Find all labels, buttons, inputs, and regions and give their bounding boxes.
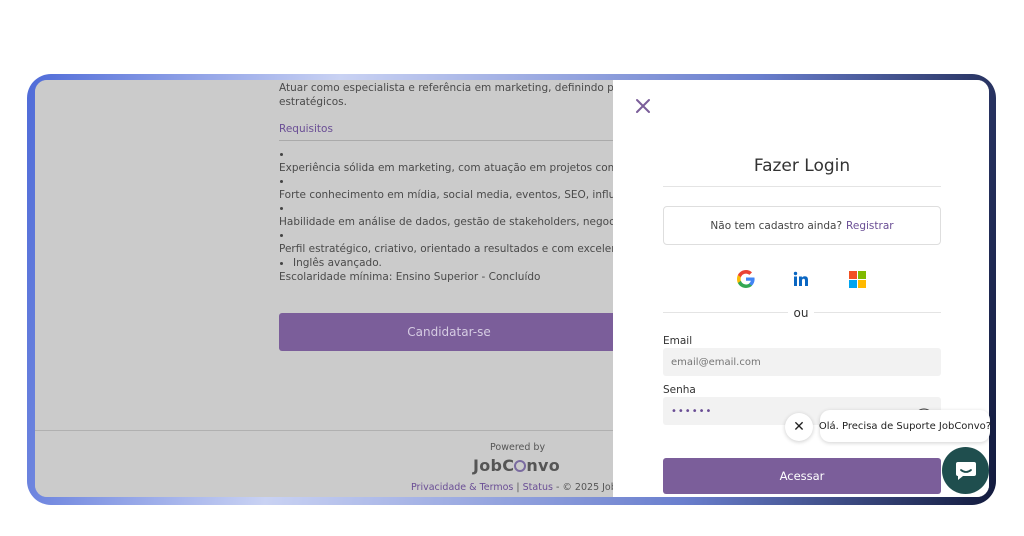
password-label: Senha: [663, 384, 696, 396]
microsoft-login-button[interactable]: [847, 269, 867, 289]
close-icon[interactable]: [635, 98, 655, 118]
google-login-button[interactable]: [736, 269, 756, 289]
status-link[interactable]: Status: [523, 482, 553, 493]
linkedin-icon: [793, 271, 808, 286]
linkedin-login-button[interactable]: [791, 269, 811, 289]
jobconvo-logo: JobC nvo: [473, 456, 560, 475]
microsoft-icon: [848, 270, 866, 288]
title-divider: [663, 186, 941, 187]
requirements-heading: Requisitos: [279, 123, 333, 135]
bullet: [280, 207, 283, 210]
education-requirement: Escolaridade mínima: Ensino Superior - C…: [279, 271, 541, 283]
register-link[interactable]: Registrar: [846, 220, 894, 232]
login-submit-button[interactable]: Acessar: [663, 458, 941, 494]
apply-button[interactable]: Candidatar-se: [279, 313, 619, 351]
divider: [279, 140, 619, 141]
login-title: Fazer Login: [753, 156, 851, 176]
close-icon-svg: [636, 99, 650, 113]
signup-prompt-box: Não tem cadastro ainda? Registrar: [663, 206, 941, 245]
chat-close-button[interactable]: ✕: [785, 413, 813, 441]
logo-text: JobC: [473, 456, 515, 475]
powered-by-label: Powered by: [490, 442, 546, 453]
logo-text: nvo: [526, 456, 561, 475]
requirement-item: Inglês avançado.: [293, 257, 382, 269]
footer-separator: |: [516, 482, 520, 493]
job-description-line: estratégicos.: [279, 96, 347, 108]
chat-launcher-button[interactable]: [942, 447, 989, 494]
footer-links: Privacidade & Termos | Status - © 2025 J…: [411, 482, 641, 493]
no-account-text: Não tem cadastro ainda?: [710, 219, 843, 232]
footer-divider: [35, 430, 613, 431]
chat-greeting-bubble[interactable]: Olá. Precisa de Suporte JobConvo?: [819, 410, 991, 442]
bullet: [280, 234, 283, 237]
email-label: Email: [663, 335, 693, 347]
privacy-terms-link[interactable]: Privacidade & Termos: [411, 482, 513, 493]
logo-ring-icon: [514, 460, 527, 472]
bullet: [280, 262, 283, 265]
bullet: [280, 153, 283, 156]
google-icon: [737, 270, 755, 288]
bullet: [280, 180, 283, 183]
or-label: ou: [787, 306, 815, 320]
chat-icon: [955, 461, 976, 480]
or-separator: ou: [613, 306, 989, 320]
email-field[interactable]: [663, 348, 941, 376]
